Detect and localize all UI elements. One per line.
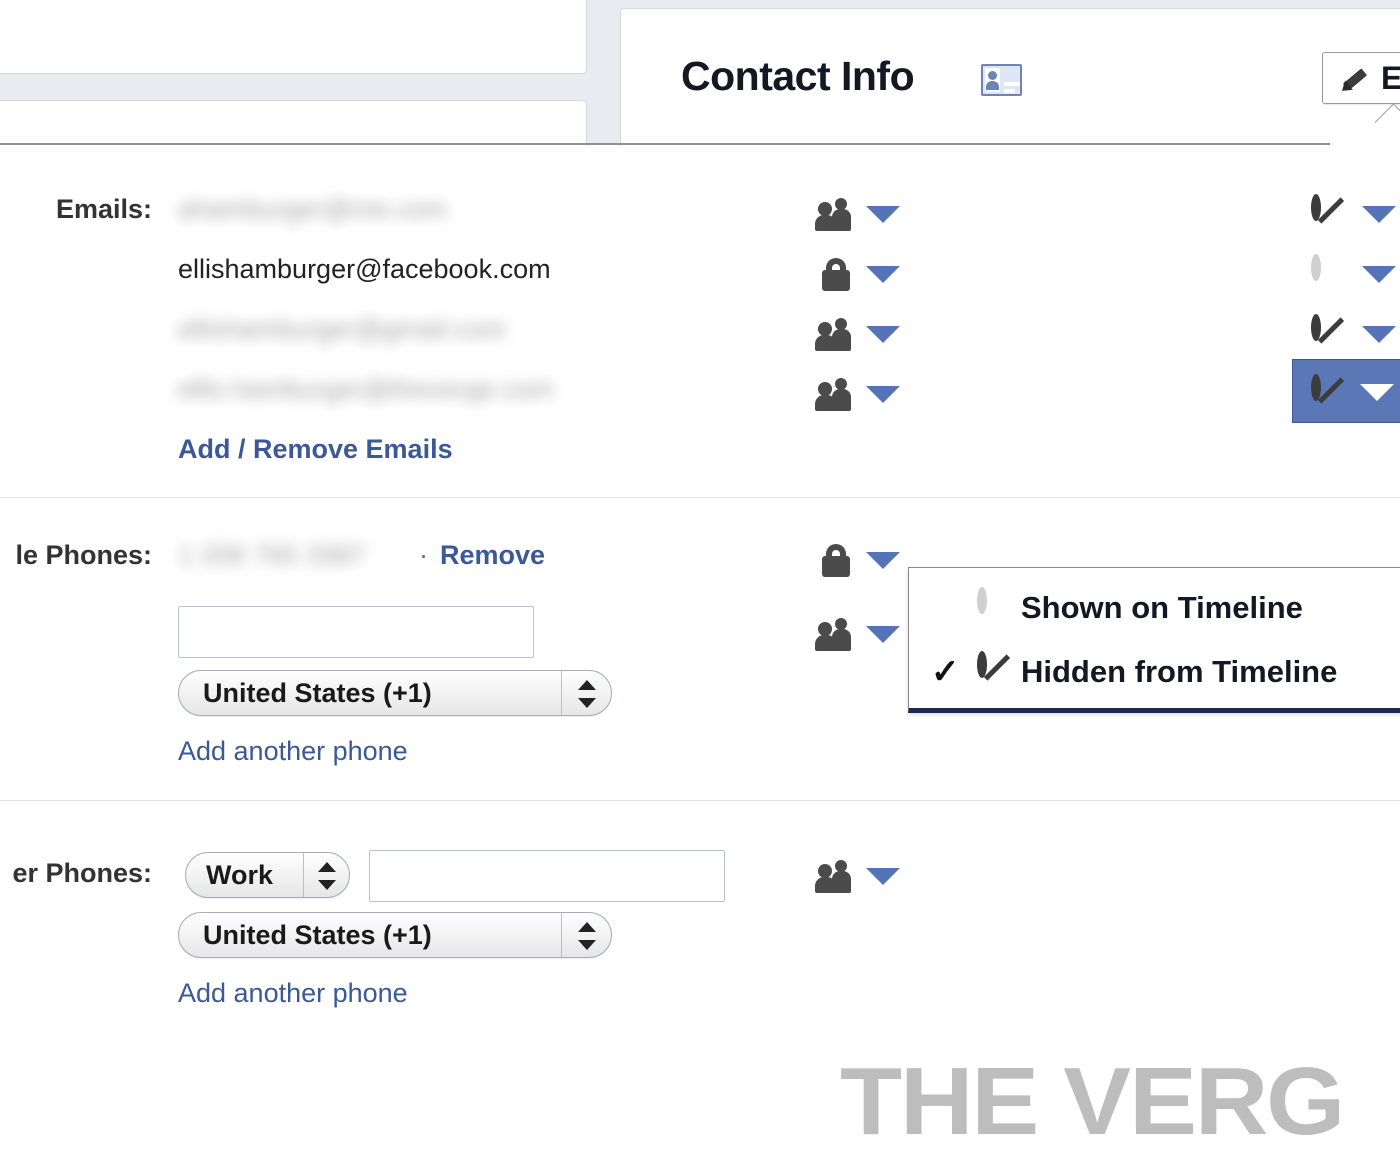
edit-button[interactable]: Ed <box>1322 52 1400 104</box>
audience-dropdown-caret-3[interactable] <box>866 326 900 343</box>
contact-card-icon <box>981 64 1022 96</box>
audience-dropdown-caret-2[interactable] <box>866 266 900 283</box>
email-value-2: ellishamburger@facebook.com <box>178 254 551 284</box>
visibility-shown-icon-2[interactable] <box>1311 254 1343 291</box>
verge-watermark: THE VERG <box>840 1048 1345 1155</box>
visibility-dropdown-caret-2[interactable] <box>1362 266 1396 283</box>
audience-friends-icon-other[interactable] <box>815 858 858 894</box>
left-panel-upper <box>0 0 587 74</box>
stepper-arrows-icon <box>578 679 596 709</box>
timeline-visibility-menu[interactable]: Shown on Timeline ✓ Hidden from Timeline <box>908 567 1400 713</box>
audience-dropdown-caret-mobile-new[interactable] <box>866 626 900 643</box>
audience-friends-icon-3[interactable] <box>815 316 858 352</box>
audience-dropdown-caret-other[interactable] <box>866 868 900 885</box>
page-title: Contact Info <box>681 53 915 99</box>
emails-label: Emails: <box>55 194 152 224</box>
other-phones-label: er Phones: <box>12 858 152 888</box>
add-another-phone-link-other[interactable]: Add another phone <box>178 978 408 1009</box>
stepper-arrows-icon <box>318 861 336 891</box>
audience-dropdown-caret-mobile[interactable] <box>866 552 900 569</box>
menu-item-hidden-label: Hidden from Timeline <box>1021 654 1338 689</box>
email-value-1: ahamburger@me.com <box>178 194 448 224</box>
mobile-phone-number: 1 206 765 3387 <box>178 540 366 570</box>
mobile-country-select[interactable]: United States (+1) <box>178 670 612 716</box>
page-chrome: Contact Info Ed <box>0 0 1400 146</box>
audience-friends-icon-mobile-new[interactable] <box>815 616 858 652</box>
email-value-4: ellis.hamburger@theverge.com <box>178 374 554 404</box>
visibility-hidden-icon-4[interactable] <box>1311 374 1343 411</box>
audience-lock-icon-mobile[interactable] <box>818 542 858 578</box>
audience-dropdown-caret-1[interactable] <box>866 206 900 223</box>
section-divider-2 <box>0 800 1400 801</box>
mobile-phones-label: le Phones: <box>15 540 152 570</box>
shown-icon <box>977 587 987 614</box>
screenshot-root: Contact Info Ed Emails: ahamburger@me.co… <box>0 0 1400 1150</box>
section-divider-1 <box>0 497 1400 498</box>
add-remove-emails-link[interactable]: Add / Remove Emails <box>178 434 453 465</box>
mobile-phone-input[interactable] <box>178 606 534 658</box>
left-panel-lower <box>0 100 587 146</box>
contact-info-panel: Contact Info <box>620 8 1400 146</box>
hidden-icon <box>977 651 987 678</box>
other-country-select-value: United States (+1) <box>203 919 432 950</box>
audience-friends-icon-4[interactable] <box>815 376 858 412</box>
visibility-dropdown-caret-4[interactable] <box>1360 384 1394 401</box>
visibility-dropdown-caret-1[interactable] <box>1362 206 1396 223</box>
email-value-3: ellishamburger@gmail.com <box>178 314 506 344</box>
audience-friends-icon-1[interactable] <box>815 196 858 232</box>
mobile-country-select-value: United States (+1) <box>203 677 432 708</box>
remove-mobile-phone-link[interactable]: Remove <box>440 540 545 571</box>
visibility-dropdown-caret-3[interactable] <box>1362 326 1396 343</box>
menu-item-shown-on-timeline[interactable]: Shown on Timeline <box>909 576 1400 640</box>
chrome-underline <box>0 143 1330 145</box>
visibility-hidden-icon-1[interactable] <box>1311 194 1343 231</box>
audience-lock-icon-2[interactable] <box>818 256 858 292</box>
contact-info-content: Emails: ahamburger@me.com ellishamburger… <box>0 146 1400 1150</box>
mobile-phone-separator: · <box>419 540 428 570</box>
checkmark-icon: ✓ <box>931 653 960 691</box>
visibility-hidden-icon-3[interactable] <box>1311 314 1343 351</box>
stepper-arrows-icon <box>578 921 596 951</box>
edit-button-label: Ed <box>1381 59 1400 96</box>
panel-pointer-caret <box>1375 103 1400 133</box>
other-country-select[interactable]: United States (+1) <box>178 912 612 958</box>
audience-dropdown-caret-4[interactable] <box>866 386 900 403</box>
other-phone-type-value: Work <box>206 859 274 890</box>
other-phone-type-select[interactable]: Work <box>185 852 350 898</box>
menu-item-hidden-from-timeline[interactable]: ✓ Hidden from Timeline <box>909 640 1400 704</box>
menu-item-shown-label: Shown on Timeline <box>1021 590 1303 625</box>
add-another-phone-link-mobile[interactable]: Add another phone <box>178 736 408 767</box>
other-phone-input[interactable] <box>369 850 725 902</box>
pencil-icon <box>1338 63 1369 96</box>
